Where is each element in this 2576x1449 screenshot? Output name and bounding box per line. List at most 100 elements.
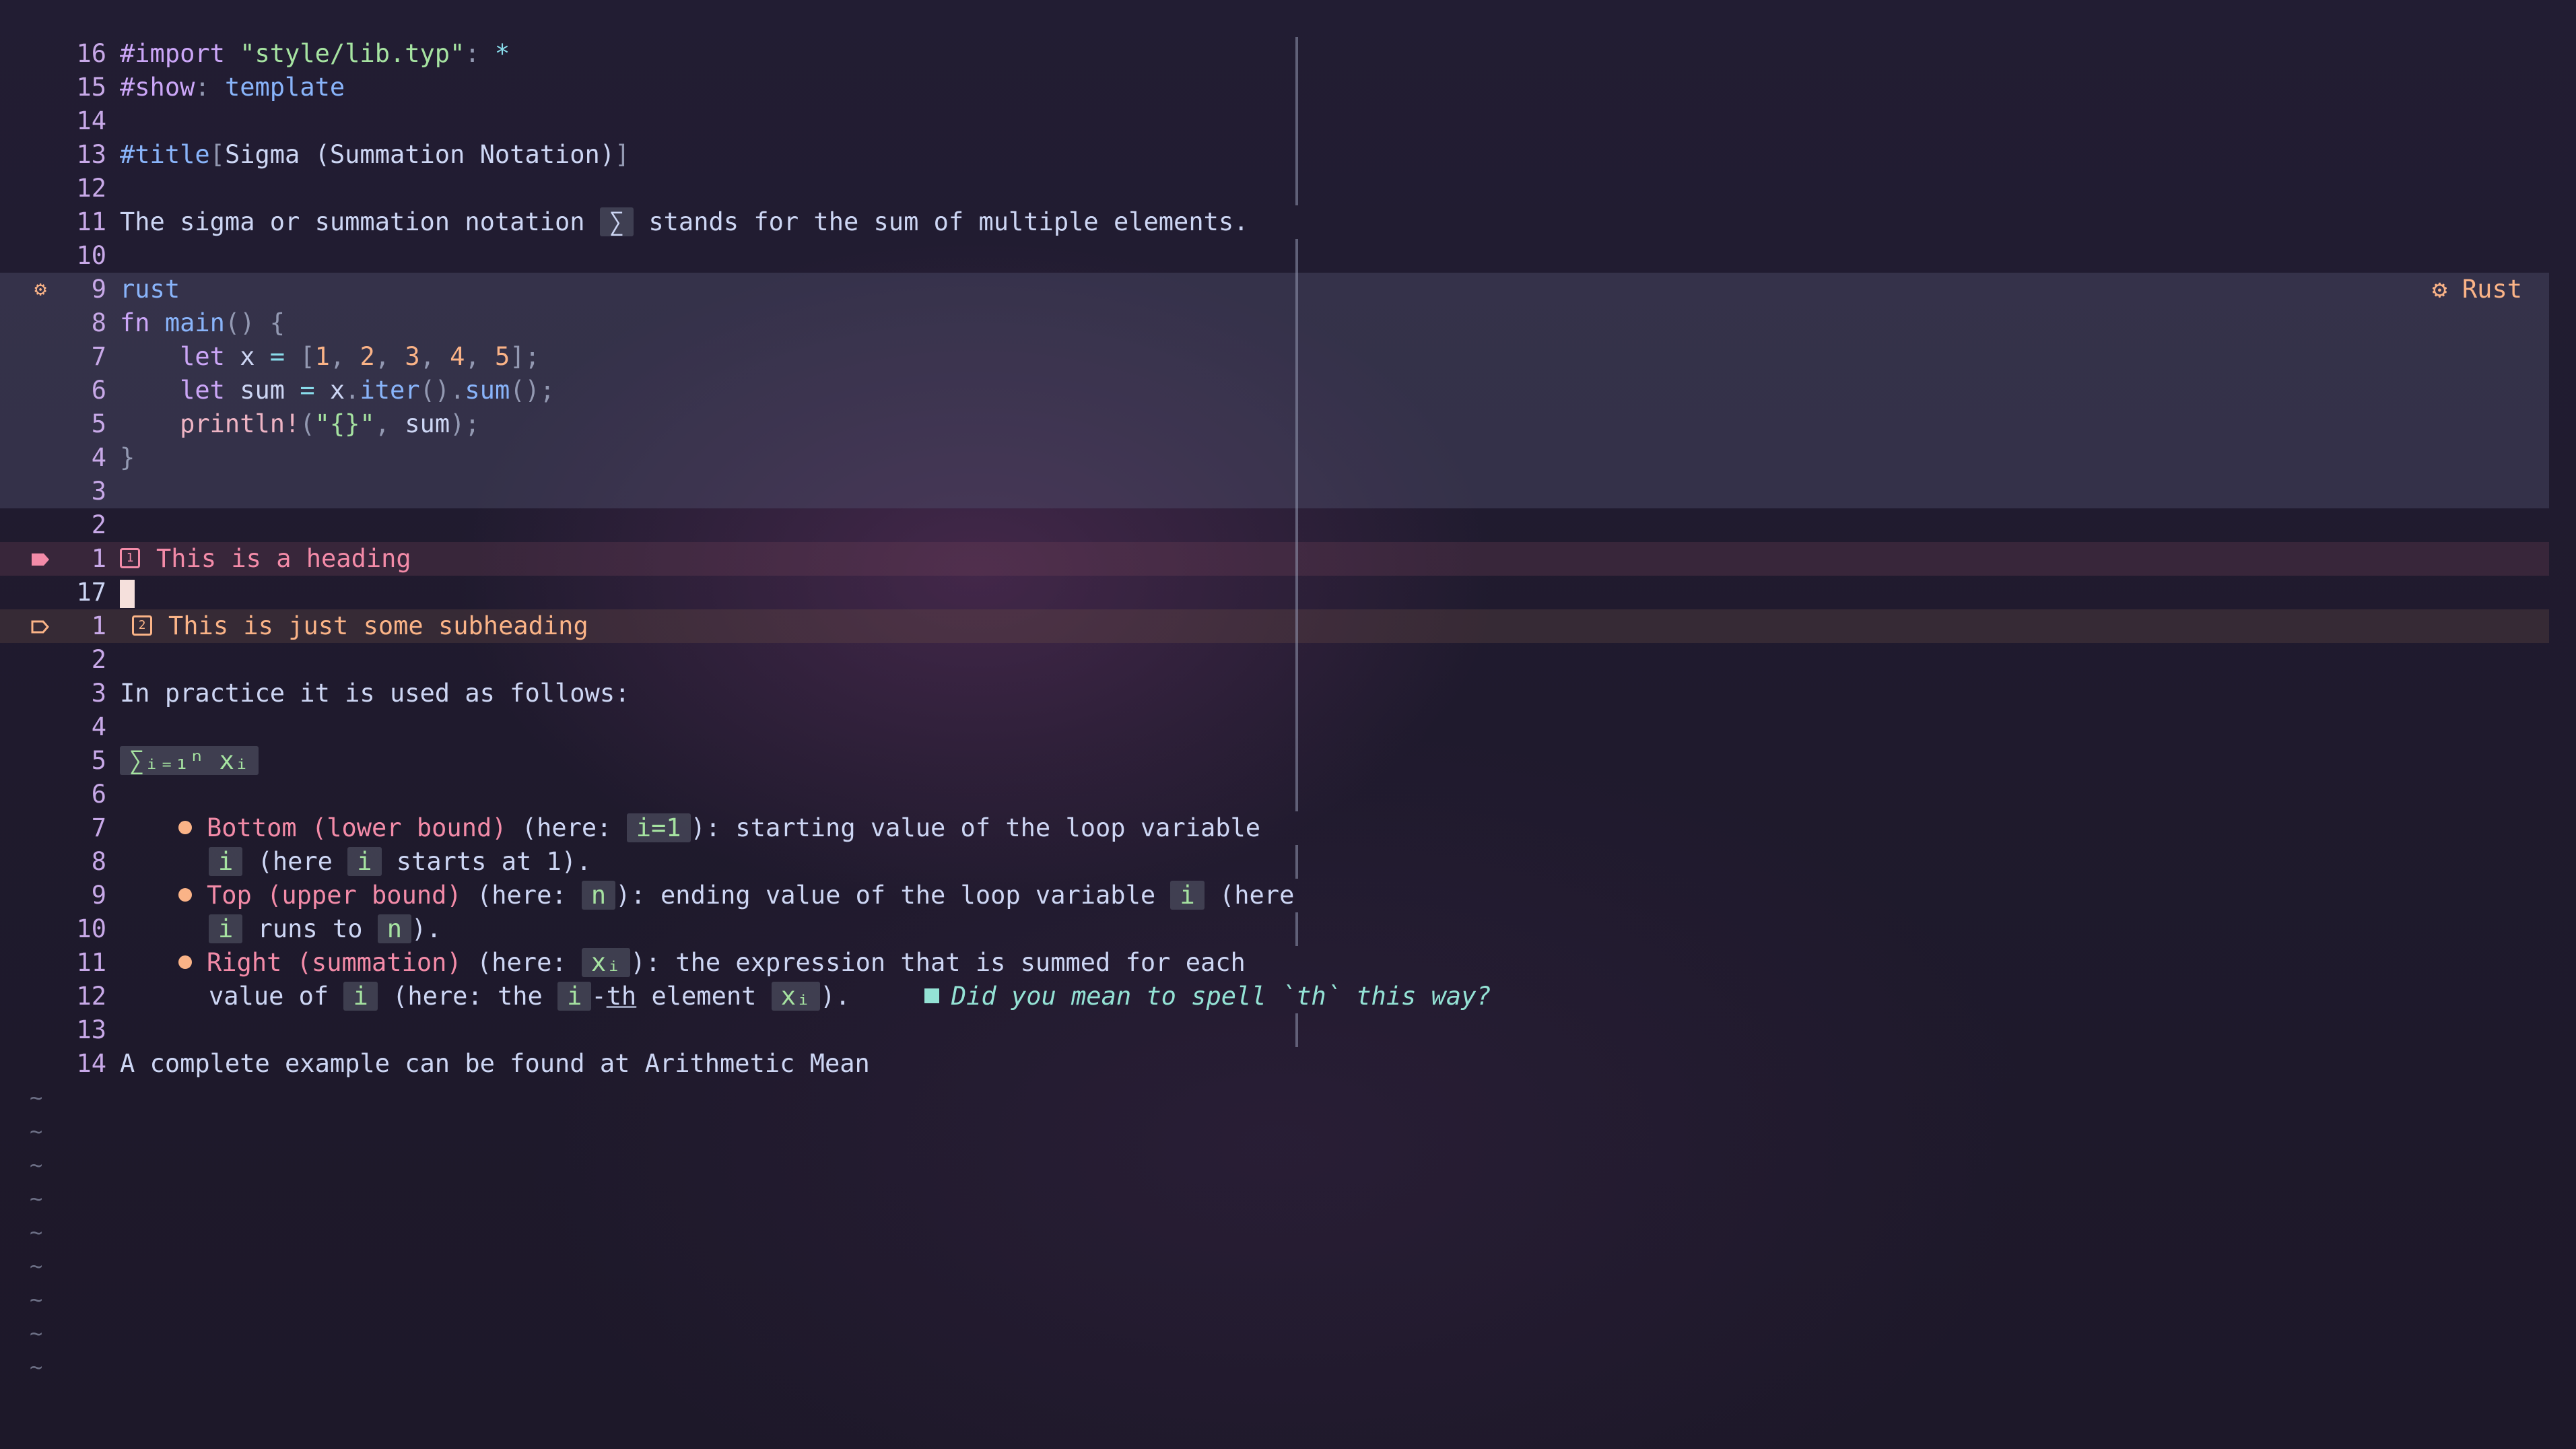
inline-code: i=1 <box>626 813 691 842</box>
tag-outline-icon <box>27 609 54 643</box>
editor-line[interactable]: 7 let x = [1, 2, 3, 4, 5]; <box>0 340 2549 374</box>
text-token: sum <box>405 409 450 438</box>
text-token: main <box>164 308 225 337</box>
text-token: ). <box>411 914 442 943</box>
line-content[interactable]: value of i (here: the i -th element xᵢ). D… <box>209 980 1491 1013</box>
editor-line[interactable]: 4 <box>0 710 2549 744</box>
text-token: , <box>419 342 450 371</box>
editor-line[interactable]: 12 <box>0 172 2549 205</box>
editor-line[interactable]: 8 fn main() { <box>0 306 2549 340</box>
editor-line[interactable]: 2 <box>0 643 2549 677</box>
text-token: - <box>591 982 607 1011</box>
line-content[interactable]: i runs to n). <box>209 912 442 946</box>
text-token: template <box>224 73 345 102</box>
line-content[interactable]: Top (upper bound) (here: n): ending valu… <box>178 879 1294 912</box>
editor-line[interactable]: ⚙ 9 rust ⚙ Rust <box>0 273 2549 306</box>
editor-line[interactable]: 6 let sum = x.iter().sum(); <box>0 374 2549 407</box>
editor-line[interactable]: 11 Right (summation) (here: xᵢ): the expr… <box>0 946 2549 980</box>
line-content[interactable]: Bottom (lower bound) (here: i=1): starti… <box>178 811 1260 845</box>
text-token: 3 <box>405 342 420 371</box>
text-token: : <box>195 73 225 102</box>
line-content[interactable]: #show: template <box>120 71 345 104</box>
editor-line[interactable]: 10 i runs to n). <box>0 912 2549 946</box>
line-content[interactable]: Right (summation) (here: xᵢ): the expres… <box>178 946 1246 980</box>
text-token: 2 <box>360 342 375 371</box>
line-content[interactable]: ∑ᵢ₌₁ⁿ xᵢ <box>120 744 259 778</box>
editor-line[interactable]: 16 #import "style/lib.typ": * <box>0 37 2549 71</box>
line-number: 15 <box>76 73 106 102</box>
line-content[interactable]: A complete example can be found at Arith… <box>120 1047 870 1081</box>
line-content[interactable]: } <box>120 441 135 475</box>
column-guide <box>1295 1013 1298 1047</box>
editor-line[interactable]: 8 i (here i starts at 1). <box>0 845 2549 879</box>
inline-code: xᵢ <box>581 948 631 977</box>
text-token: Sigma (Summation Notation) <box>224 140 615 169</box>
column-guide <box>1295 239 1298 811</box>
editor-line[interactable]: 5 println!("{}", sum); <box>0 407 2549 441</box>
editor-line[interactable]: 6 <box>0 778 2549 811</box>
text-token: ): ending value of the loop variable <box>615 881 1171 910</box>
line-content[interactable]: let sum = x.iter().sum(); <box>120 374 555 407</box>
inline-code: i <box>557 982 592 1011</box>
text-token: 1 <box>314 342 330 371</box>
text-token: (here: <box>506 813 627 842</box>
line-content[interactable]: 2 This is just some subheading <box>132 609 588 643</box>
text-token: #show <box>120 73 195 102</box>
text-token: * <box>494 39 510 68</box>
editor-line[interactable]: 1 2 This is just some subheading <box>0 609 2549 643</box>
line-content[interactable]: #import "style/lib.typ": * <box>120 37 510 71</box>
text-token: ( <box>300 409 315 438</box>
editor-line[interactable]: 11 The sigma or summation notation ∑ stan… <box>0 205 2549 239</box>
line-content[interactable]: The sigma or summation notation ∑ stands… <box>120 205 1248 239</box>
editor-line[interactable]: 9 Top (upper bound) (here: n): ending val… <box>0 879 2549 912</box>
text-token: [ <box>300 342 315 371</box>
text-token: This is just some subheading <box>168 611 588 640</box>
text-cursor <box>120 580 135 608</box>
line-content[interactable]: 1 This is a heading <box>120 542 411 576</box>
editor-line[interactable]: 5 ∑ᵢ₌₁ⁿ xᵢ <box>0 744 2549 778</box>
column-guide <box>1295 845 1298 879</box>
text-token: sum <box>465 376 510 405</box>
text-token: ]; <box>510 342 540 371</box>
text-token: runs to <box>242 914 378 943</box>
line-content[interactable]: rust <box>120 273 180 306</box>
line-content[interactable]: fn main() { <box>120 306 285 340</box>
line-content[interactable]: In practice it is used as follows: <box>120 677 630 710</box>
hint-square-icon <box>924 988 939 1003</box>
code-language-text: Rust <box>2462 275 2522 304</box>
editor-line[interactable]: 2 <box>0 508 2549 542</box>
editor-line[interactable]: 7 Bottom (lower bound) (here: i=1): start… <box>0 811 2549 845</box>
gear-icon: ⚙ <box>2432 275 2462 304</box>
editor-line[interactable]: 13 #title[Sigma (Summation Notation)] <box>0 138 2549 172</box>
line-content[interactable]: i (here i starts at 1). <box>209 845 591 879</box>
editor-line[interactable]: 3 In practice it is used as follows: <box>0 677 2549 710</box>
text-token: x <box>329 376 345 405</box>
editor-line[interactable]: 4} <box>0 441 2549 475</box>
editor-line[interactable]: 14 <box>0 104 2549 138</box>
line-number: 1 <box>91 544 106 573</box>
inline-code: ∑ᵢ₌₁ⁿ xᵢ <box>120 746 259 775</box>
inline-code: i <box>347 847 382 876</box>
editor-line[interactable]: 15 #show: template <box>0 71 2549 104</box>
line-number: 16 <box>76 39 106 68</box>
text-token: . <box>345 376 360 405</box>
line-content[interactable]: let x = [1, 2, 3, 4, 5]; <box>120 340 540 374</box>
line-content[interactable]: #title[Sigma (Summation Notation)] <box>120 138 630 172</box>
inline-code: ∑ <box>599 207 634 236</box>
editor-line[interactable]: 14 A complete example can be found at Ari… <box>0 1047 2549 1081</box>
line-number: 6 <box>91 376 106 405</box>
empty-line-marker: ~ <box>30 1118 43 1144</box>
editor-line[interactable]: 17 <box>0 576 2549 609</box>
editor-line[interactable]: 3 <box>0 475 2549 508</box>
line-content[interactable]: println!("{}", sum); <box>120 407 480 441</box>
editor-pane[interactable]: 16 #import "style/lib.typ": * 15 #show: tem… <box>0 0 2576 1449</box>
text-token: ). <box>820 982 850 1011</box>
editor-line[interactable]: 13 <box>0 1013 2549 1047</box>
line-number: 4 <box>91 443 106 472</box>
editor-line[interactable]: 1 1 This is a heading <box>0 542 2549 576</box>
text-token: #import <box>120 39 240 68</box>
editor-line[interactable]: 10 <box>0 239 2549 273</box>
editor-line[interactable]: 12 value of i (here: the i -th element xᵢ)… <box>0 980 2549 1013</box>
column-guide <box>1295 912 1298 946</box>
text-token: ); <box>450 409 480 438</box>
